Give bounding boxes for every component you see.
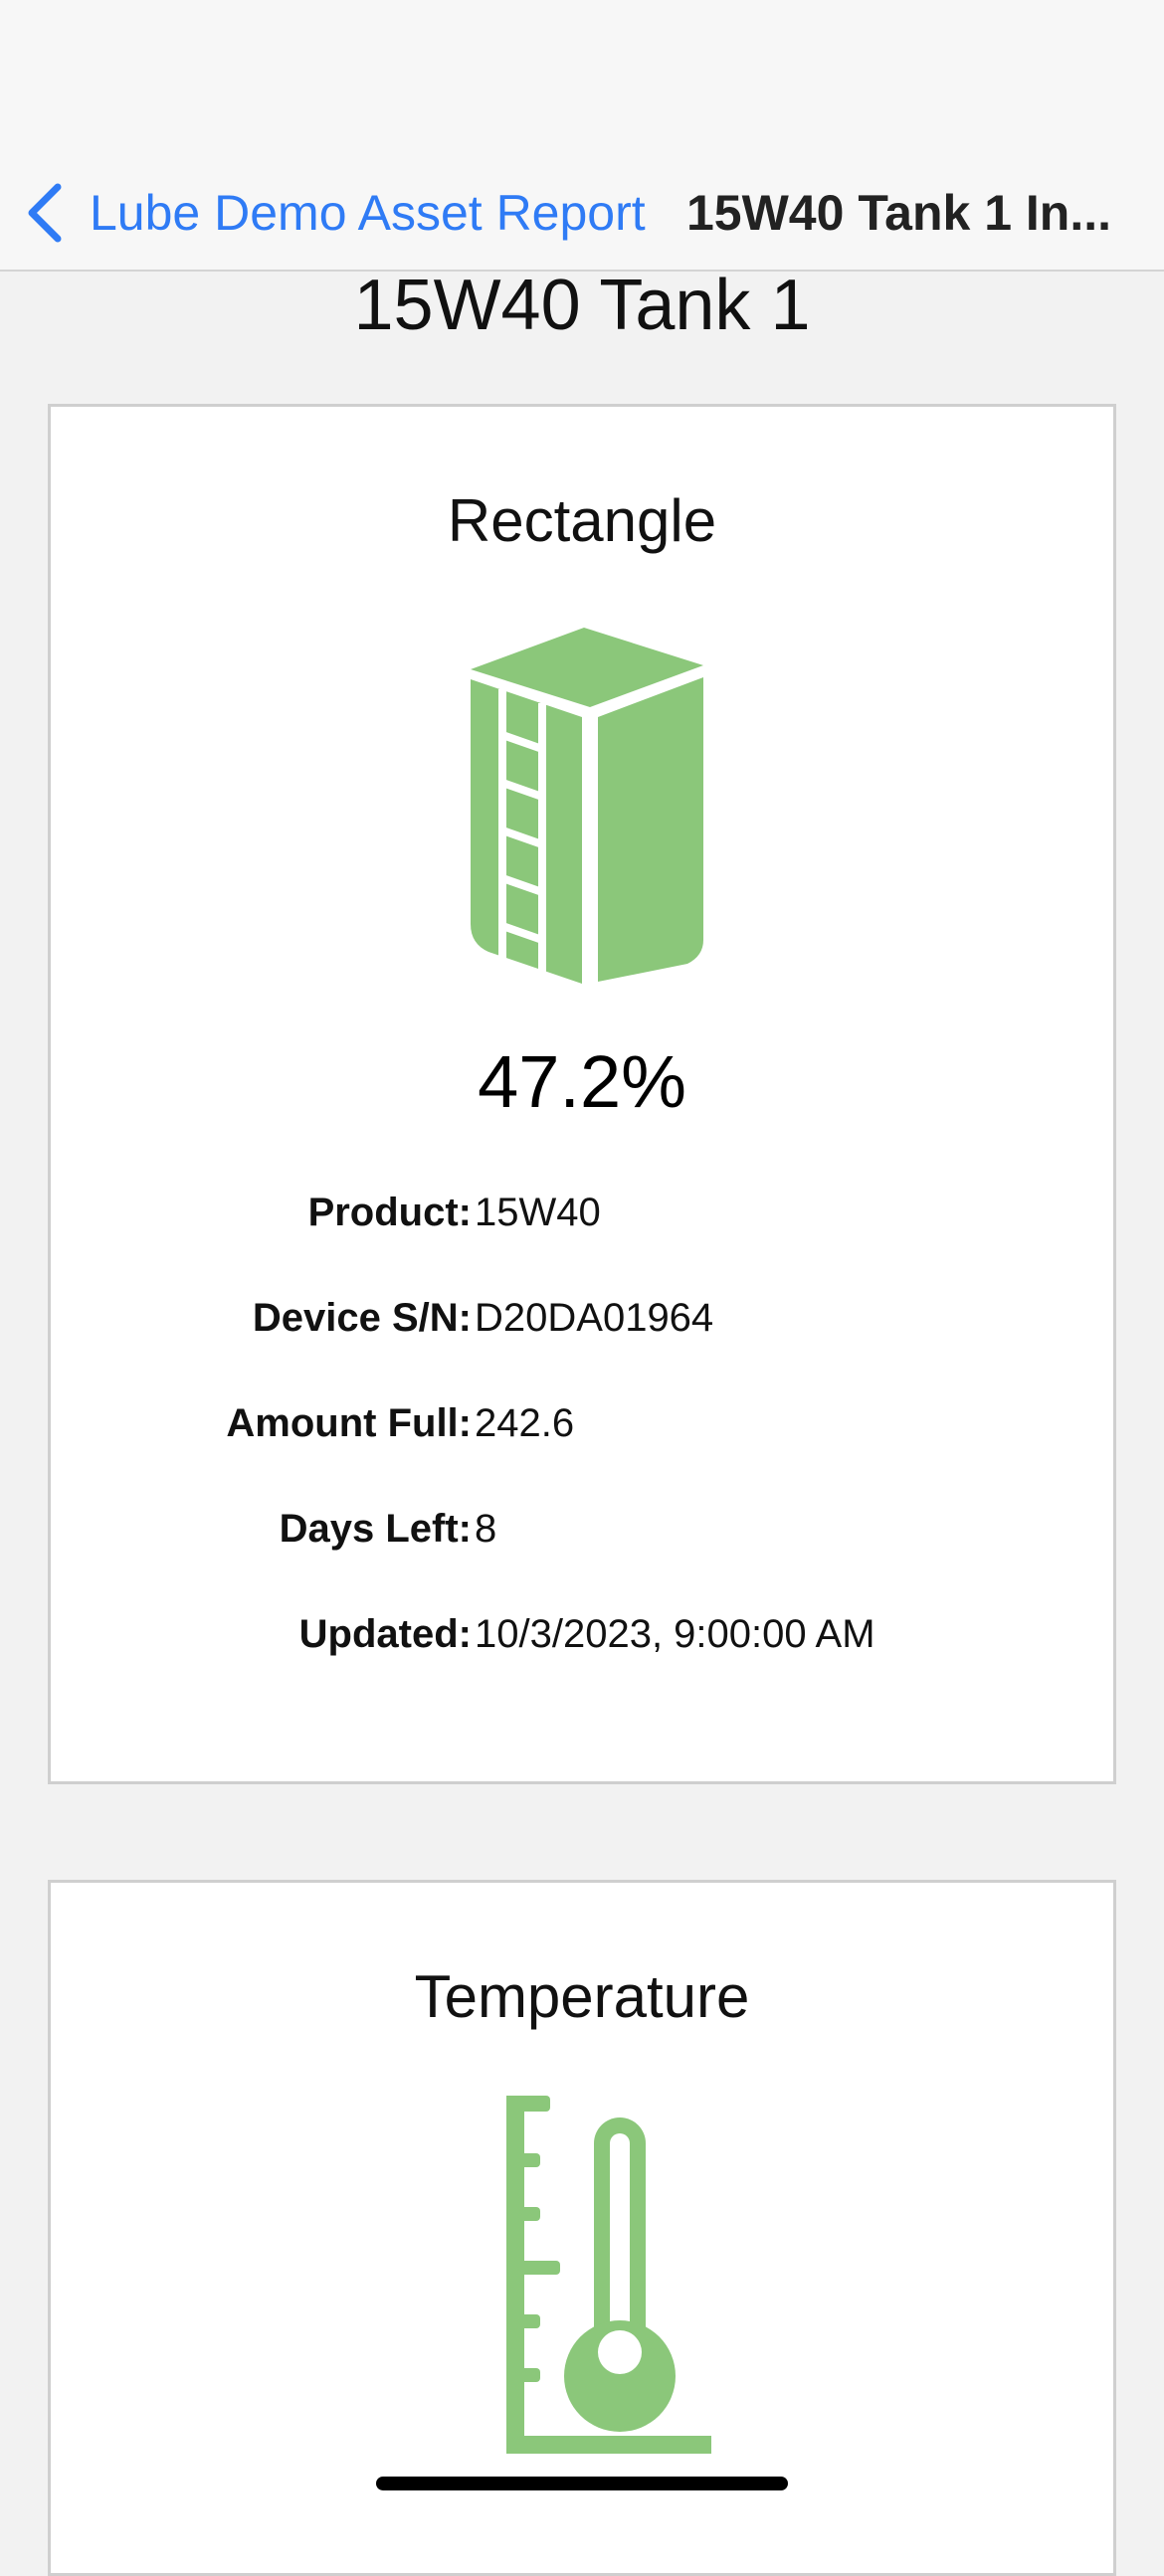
- navigation-bar: Lube Demo Asset Report 15W40 Tank 1 In..…: [0, 154, 1164, 272]
- home-indicator: [376, 2477, 788, 2490]
- detail-row-product: Product: 15W40: [51, 1191, 1113, 1250]
- detail-row-days-left: Days Left: 8: [51, 1507, 1113, 1566]
- chevron-left-icon: [28, 183, 62, 243]
- detail-value: 8: [475, 1507, 497, 1551]
- back-button-label: Lube Demo Asset Report: [90, 185, 646, 241]
- tank-fill-percent: 47.2%: [478, 1040, 686, 1123]
- tank-card-title: Rectangle: [447, 487, 717, 554]
- detail-label: Updated:: [298, 1612, 472, 1656]
- temperature-card-title: Temperature: [414, 1963, 750, 2030]
- detail-label: Product:: [307, 1191, 472, 1234]
- thermometer-icon: [506, 2096, 711, 2454]
- detail-value: 242.6: [475, 1401, 575, 1445]
- detail-label: Days Left:: [279, 1507, 472, 1551]
- detail-value: 15W40: [475, 1191, 601, 1234]
- back-button[interactable]: Lube Demo Asset Report: [24, 174, 646, 252]
- detail-label: Device S/N:: [252, 1296, 472, 1340]
- detail-row-device-sn: Device S/N: D20DA01964: [51, 1296, 1113, 1356]
- detail-value: 10/3/2023, 9:00:00 AM: [475, 1612, 875, 1656]
- temperature-card: Temperature: [48, 1880, 1116, 2576]
- detail-value: D20DA01964: [475, 1296, 714, 1340]
- detail-row-updated: Updated: 10/3/2023, 9:00:00 AM: [51, 1612, 1113, 1672]
- status-bar: [0, 0, 1164, 154]
- tank-level-card: Rectangle 47.2% Product: 15W40 Device S/…: [48, 404, 1116, 1784]
- page-title: 15W40 Tank 1: [353, 266, 811, 345]
- detail-row-amount-full: Amount Full: 242.6: [51, 1401, 1113, 1461]
- nav-title: 15W40 Tank 1 In...: [686, 185, 1112, 241]
- rectangle-tank-icon: [471, 628, 703, 984]
- detail-label: Amount Full:: [226, 1401, 472, 1445]
